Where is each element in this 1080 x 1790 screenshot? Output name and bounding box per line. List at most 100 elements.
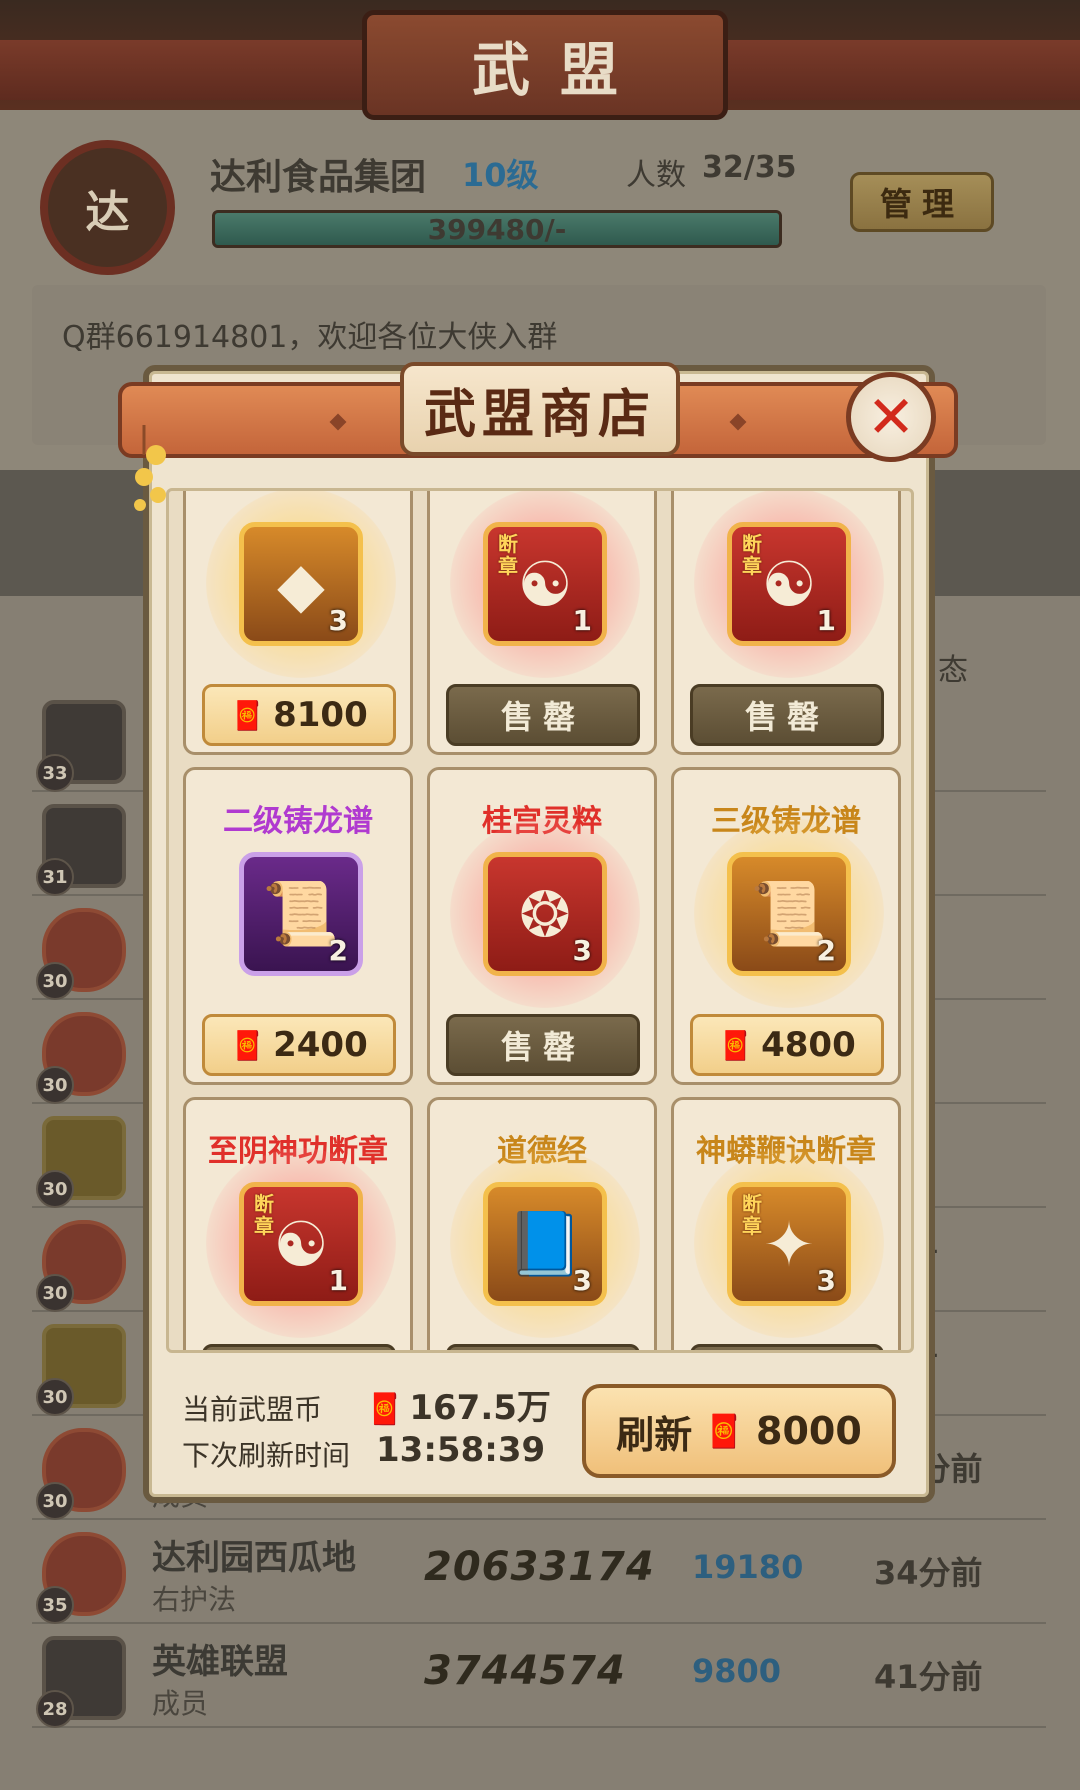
- member-name: 英雄联盟: [152, 1642, 288, 1682]
- member-row[interactable]: 28 英雄联盟 成员 3744574 9800 41分前: [32, 1624, 1046, 1728]
- member-row[interactable]: 35 达利园西瓜地 右护法 20633174 19180 34分前: [32, 1520, 1046, 1624]
- member-contribution: 9800: [692, 1652, 782, 1690]
- item-quantity: 1: [328, 1264, 348, 1297]
- guild-exp-bar: 399480/-: [212, 210, 782, 248]
- shop-item-card[interactable]: ◆ 3 🧧 8100: [183, 491, 413, 755]
- close-button[interactable]: ✕: [846, 372, 936, 462]
- shop-item-card[interactable]: ☯ 断章 1 售罄: [427, 491, 657, 755]
- item-icon: ☯: [517, 547, 573, 621]
- currency-value: 167.5万: [409, 1388, 551, 1428]
- item-icon: ◆: [277, 547, 325, 621]
- item-icon-frame[interactable]: ☯ 断章 1: [483, 522, 607, 646]
- member-level-badge: 30: [36, 1170, 74, 1208]
- ribbon-ornament: [729, 413, 747, 431]
- shop-title-plate: 武盟商店: [400, 362, 680, 456]
- guild-coin-icon: 🧧: [718, 1028, 754, 1062]
- item-icon-frame[interactable]: 📜 2: [239, 852, 363, 976]
- shop-item-card[interactable]: 道德经📘3售罄: [427, 1097, 657, 1350]
- shop-item-card[interactable]: 桂宫灵粹❂3售罄: [427, 767, 657, 1085]
- member-role: 右护法: [152, 1583, 237, 1616]
- shop-item-card[interactable]: 至阴神功断章☯断章1售罄: [183, 1097, 413, 1350]
- member-name: 达利园西瓜地: [152, 1538, 356, 1578]
- item-icon: ☯: [273, 1207, 329, 1281]
- shop-item-card[interactable]: 神蟒鞭诀断章✦断章3售罄: [671, 1097, 901, 1350]
- member-level-badge: 30: [36, 1482, 74, 1520]
- item-icon: ❂: [519, 877, 571, 951]
- member-status: 41分前: [874, 1658, 983, 1696]
- item-price: 2400: [273, 1025, 368, 1065]
- ribbon-ornament: [329, 413, 347, 431]
- member-role: 成员: [152, 1687, 209, 1720]
- fragment-seal: 断章: [742, 1192, 762, 1238]
- currency-value-wrap: 🧧 167.5万: [366, 1380, 551, 1429]
- sold-out-button[interactable]: 售罄: [446, 684, 640, 746]
- shop-title: 武盟商店: [423, 383, 656, 445]
- item-icon-frame[interactable]: ✦ 断章 3: [727, 1182, 851, 1306]
- shop-footer: 当前武盟币 下次刷新时间 🧧 167.5万 13:58:39 刷新 🧧 8000: [166, 1360, 914, 1490]
- item-quantity: 1: [816, 604, 836, 637]
- sold-out-button[interactable]: 售罄: [202, 1344, 396, 1350]
- item-quantity: 3: [572, 1264, 592, 1297]
- item-icon-frame[interactable]: ☯ 断章 1: [727, 522, 851, 646]
- page-title-plate: 武盟: [362, 10, 728, 120]
- member-power: 3744574: [424, 1648, 626, 1694]
- refresh-cost: 8000: [756, 1409, 862, 1453]
- shop-item-card[interactable]: 二级铸龙谱 📜 2 🧧 2400: [183, 767, 413, 1085]
- member-level-badge: 30: [36, 962, 74, 1000]
- item-quantity: 1: [572, 604, 592, 637]
- buy-button[interactable]: 🧧 4800: [690, 1014, 884, 1076]
- member-level-badge: 30: [36, 1066, 74, 1104]
- member-level-badge: 33: [36, 754, 74, 792]
- member-contribution: 19180: [692, 1548, 804, 1586]
- sold-out-button[interactable]: 售罄: [446, 1344, 640, 1350]
- buy-button[interactable]: 🧧 8100: [202, 684, 396, 746]
- refresh-time-label: 下次刷新时间: [182, 1439, 351, 1472]
- item-icon-frame[interactable]: ☯ 断章 1: [239, 1182, 363, 1306]
- currency-label: 当前武盟币: [182, 1393, 323, 1426]
- refresh-button-label: 刷新: [616, 1412, 693, 1457]
- shop-item-grid[interactable]: ◆3🧧8100☯断章1售罄☯断章1售罄二级铸龙谱📜2🧧2400桂宫灵粹❂3售罄三…: [166, 488, 914, 1353]
- guild-coin-icon: 🧧: [230, 1028, 266, 1062]
- guild-exp-text: 399480/-: [427, 212, 567, 246]
- refresh-button[interactable]: 刷新 🧧 8000: [582, 1384, 896, 1478]
- item-quantity: 2: [328, 934, 348, 967]
- item-icon-frame[interactable]: ❂ 3: [483, 852, 607, 976]
- page-title: 武盟: [471, 36, 648, 104]
- sold-out-button[interactable]: 售罄: [690, 684, 884, 746]
- item-quantity: 3: [572, 934, 592, 967]
- item-price: 4800: [761, 1025, 856, 1065]
- item-icon-frame[interactable]: 📘 3: [483, 1182, 607, 1306]
- manage-button[interactable]: 管理: [850, 172, 994, 232]
- shop-item-card[interactable]: 三级铸龙谱📜2🧧4800: [671, 767, 901, 1085]
- item-quantity: 3: [328, 604, 348, 637]
- item-price: 8100: [273, 695, 368, 735]
- shop-item-card[interactable]: ☯ 断章 1 售罄: [671, 491, 901, 755]
- member-count-label: 人数: [626, 158, 686, 193]
- buy-button[interactable]: 🧧 2400: [202, 1014, 396, 1076]
- item-icon-frame[interactable]: ◆ 3: [239, 522, 363, 646]
- fragment-seal: 断章: [254, 1192, 274, 1238]
- guild-coin-icon: 🧧: [366, 1392, 404, 1427]
- member-level-badge: 30: [36, 1378, 74, 1416]
- member-power: 20633174: [424, 1544, 655, 1590]
- refresh-countdown: 13:58:39: [376, 1430, 546, 1470]
- member-level-badge: 31: [36, 858, 74, 896]
- item-name: 二级铸龙谱: [223, 804, 373, 839]
- member-level-badge: 30: [36, 1274, 74, 1312]
- guild-avatar[interactable]: 达: [40, 140, 175, 275]
- item-icon: ✦: [763, 1207, 815, 1281]
- item-icon: ☯: [761, 547, 817, 621]
- member-status: 34分前: [874, 1554, 983, 1592]
- member-count: 32/35: [702, 150, 797, 185]
- sold-out-button[interactable]: 售罄: [690, 1344, 884, 1350]
- guild-coin-icon: 🧧: [704, 1412, 745, 1450]
- guild-notice-text: Q群661914801，欢迎各位大侠入群: [62, 320, 558, 355]
- item-quantity: 2: [816, 934, 836, 967]
- item-icon-frame[interactable]: 📜 2: [727, 852, 851, 976]
- guild-name: 达利食品集团: [210, 157, 427, 198]
- guild-avatar-char: 达: [85, 186, 130, 238]
- guild-coin-icon: 🧧: [230, 698, 266, 732]
- sold-out-button[interactable]: 售罄: [446, 1014, 640, 1076]
- fragment-seal: 断章: [742, 532, 762, 578]
- status-column-header: 态: [938, 653, 968, 688]
